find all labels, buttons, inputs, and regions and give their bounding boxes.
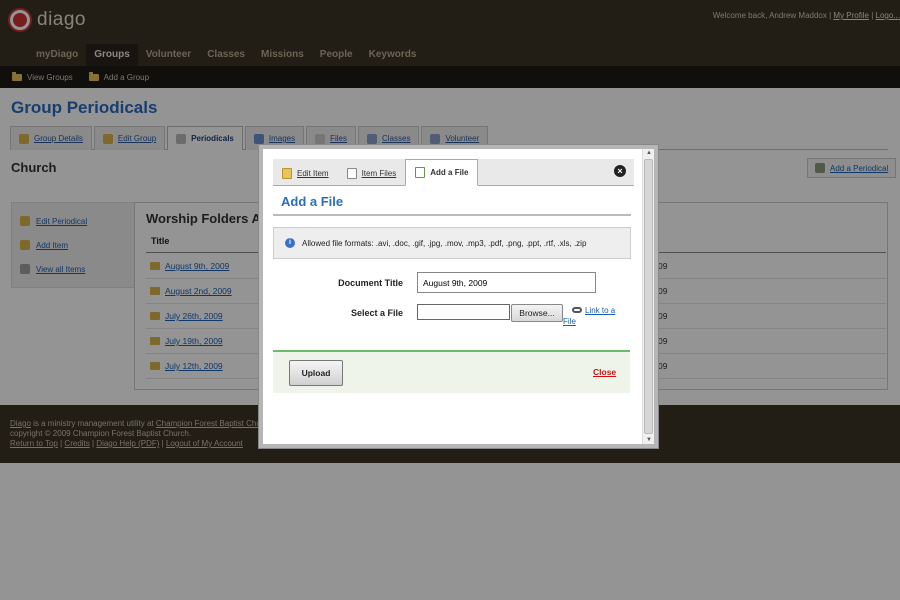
browse-button[interactable]: Browse... (511, 304, 563, 322)
close-icon[interactable]: × (614, 165, 626, 177)
file-formats-notice: i Allowed file formats: .avi, .doc, .gif… (273, 227, 631, 259)
edit-icon (282, 167, 292, 179)
scrollbar-thumb[interactable] (644, 159, 653, 434)
tab-add-a-file[interactable]: Add a File (405, 159, 479, 186)
tab-edit-item-label: Edit Item (297, 168, 329, 178)
scroll-down-icon[interactable]: ▼ (646, 437, 652, 443)
link-to-file-link[interactable]: Link to a File (563, 305, 625, 327)
file-path-field[interactable] (417, 304, 510, 320)
scroll-up-icon[interactable]: ▲ (646, 150, 652, 156)
close-link[interactable]: Close (593, 367, 616, 377)
tab-item-files-label: Item Files (361, 168, 397, 178)
tab-item-files[interactable]: Item Files (338, 161, 406, 185)
select-file-label: Select a File (350, 308, 403, 318)
dialog-title: Add a File (281, 194, 344, 209)
add-file-icon (415, 167, 426, 178)
add-file-dialog: Edit Item Item Files Add a File × Add a … (259, 145, 658, 448)
file-formats-text: Allowed file formats: .avi, .doc, .gif, … (302, 238, 587, 248)
action-bar: Upload Close (273, 350, 630, 393)
info-icon: i (285, 238, 295, 248)
tab-add-a-file-label: Add a File (430, 168, 469, 177)
tab-edit-item[interactable]: Edit Item (273, 161, 338, 185)
document-title-label: Document Title (338, 278, 403, 288)
upload-button[interactable]: Upload (289, 360, 343, 386)
dialog-scrollbar[interactable]: ▲ ▼ (642, 149, 654, 444)
document-icon (346, 167, 357, 179)
document-title-input[interactable] (417, 272, 596, 293)
title-divider (273, 214, 631, 216)
dialog-tabs: Edit Item Item Files Add a File (273, 159, 634, 186)
